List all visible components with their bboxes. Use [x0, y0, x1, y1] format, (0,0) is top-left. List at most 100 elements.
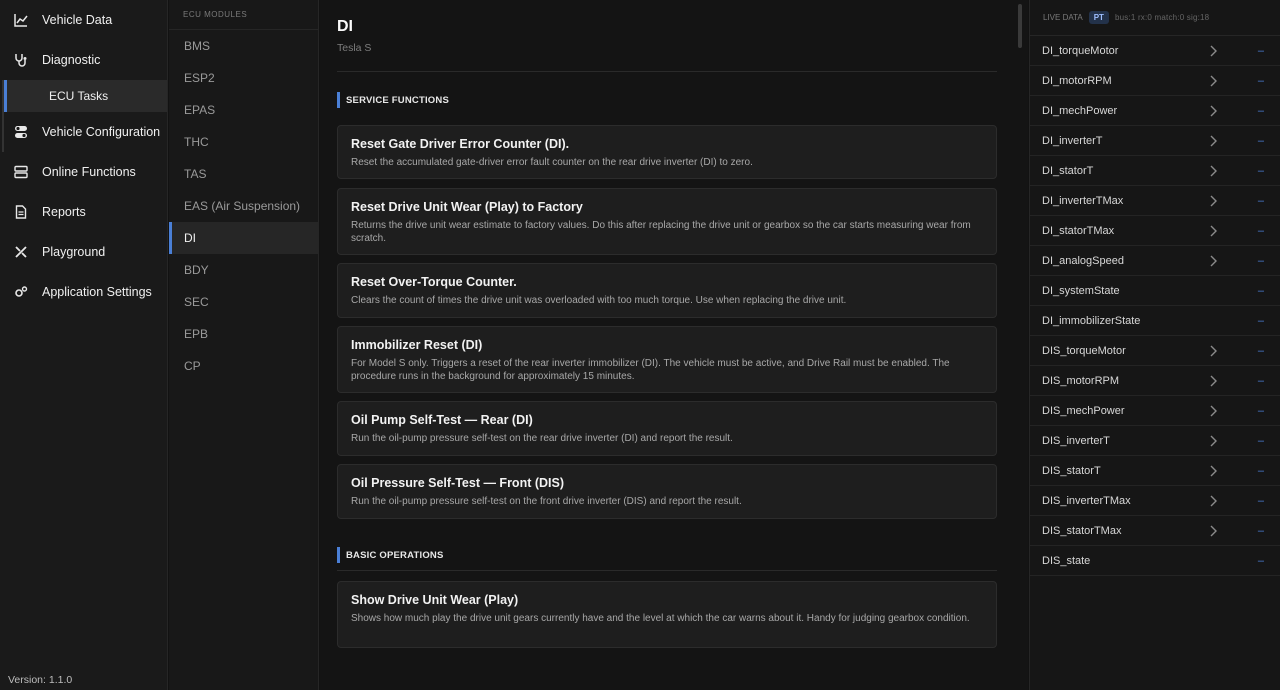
main-content: DI Tesla S SERVICE FUNCTIONS Reset Gate …: [320, 0, 1028, 690]
signal-row[interactable]: DI_motorRPM –: [1030, 66, 1280, 96]
module-epas[interactable]: EPAS: [169, 94, 318, 126]
chevron-right-icon[interactable]: [1208, 525, 1218, 537]
chevron-right-icon[interactable]: [1208, 465, 1218, 477]
signal-name: DI_systemState: [1042, 284, 1120, 297]
signal-row[interactable]: DIS_inverterTMax –: [1030, 486, 1280, 516]
chevron-right-icon[interactable]: [1208, 195, 1218, 207]
module-thc[interactable]: THC: [169, 126, 318, 158]
module-di[interactable]: DI: [169, 222, 318, 254]
signal-value: –: [1257, 164, 1264, 177]
signal-name: DI_inverterTMax: [1042, 194, 1124, 207]
task-card-immobilizer-reset[interactable]: Immobilizer Reset (DI) For Model S only.…: [337, 326, 997, 393]
signal-name: DIS_inverterTMax: [1042, 494, 1131, 507]
card-description: Clears the count of times the drive unit…: [351, 295, 847, 306]
signal-value: –: [1257, 104, 1264, 117]
chevron-right-icon[interactable]: [1208, 375, 1218, 387]
signal-value: –: [1257, 74, 1264, 87]
chevron-right-icon[interactable]: [1208, 135, 1218, 147]
signal-value: –: [1257, 494, 1264, 507]
signal-value: –: [1257, 344, 1264, 357]
nav-application-settings[interactable]: Application Settings: [0, 272, 167, 312]
task-card-reset-drive-unit-wear[interactable]: Reset Drive Unit Wear (Play) to Factory …: [337, 188, 997, 255]
nav-ecu-tasks[interactable]: ECU Tasks: [4, 80, 167, 112]
signal-row[interactable]: DIS_motorRPM –: [1030, 366, 1280, 396]
module-sec[interactable]: SEC: [169, 286, 318, 318]
signal-value: –: [1257, 374, 1264, 387]
nav-vehicle-configuration[interactable]: Vehicle Configuration: [0, 112, 167, 152]
nav-diagnostic-group: Diagnostic ECU Tasks: [0, 40, 167, 152]
chevron-right-icon[interactable]: [1208, 435, 1218, 447]
signal-row[interactable]: DIS_state –: [1030, 546, 1280, 576]
nav-reports[interactable]: Reports: [0, 192, 167, 232]
signal-row[interactable]: DI_inverterTMax –: [1030, 186, 1280, 216]
chevron-right-icon[interactable]: [1208, 75, 1218, 87]
nav-label: Application Settings: [42, 285, 152, 299]
module-eas[interactable]: EAS (Air Suspension): [169, 190, 318, 222]
signal-name: DIS_motorRPM: [1042, 374, 1120, 387]
signal-row[interactable]: DI_analogSpeed –: [1030, 246, 1280, 276]
main-scrollbar[interactable]: [1018, 4, 1022, 48]
signal-row[interactable]: DIS_statorTMax –: [1030, 516, 1280, 546]
module-tas[interactable]: TAS: [169, 158, 318, 190]
signal-value: –: [1257, 464, 1264, 477]
main-navigation: Vehicle Data Diagnostic ECU Tasks Vehicl…: [0, 0, 168, 690]
nav-vehicle-data[interactable]: Vehicle Data: [0, 0, 167, 40]
gears-icon: [14, 285, 28, 299]
signal-name: DI_statorT: [1042, 164, 1094, 177]
card-title: Oil Pump Self-Test — Rear (DI): [351, 413, 533, 427]
chevron-right-icon[interactable]: [1208, 345, 1218, 357]
nav-diagnostic[interactable]: Diagnostic: [0, 40, 167, 80]
module-cp[interactable]: CP: [169, 350, 318, 382]
server-icon: [14, 165, 28, 179]
signal-row[interactable]: DIS_statorT –: [1030, 456, 1280, 486]
signal-row[interactable]: DI_immobilizerState –: [1030, 306, 1280, 336]
signal-row[interactable]: DI_systemState –: [1030, 276, 1280, 306]
nav-label: Playground: [42, 245, 106, 259]
signal-row[interactable]: DI_statorTMax –: [1030, 216, 1280, 246]
card-description: For Model S only. Triggers a reset of th…: [351, 358, 950, 382]
signal-row[interactable]: DI_mechPower –: [1030, 96, 1280, 126]
chevron-right-icon[interactable]: [1208, 405, 1218, 417]
tree-line: [2, 80, 4, 152]
signal-name: DIS_torqueMotor: [1042, 344, 1126, 357]
card-title: Reset Drive Unit Wear (Play) to Factory: [351, 200, 583, 214]
module-epb[interactable]: EPB: [169, 318, 318, 350]
task-card-oil-pump-rear[interactable]: Oil Pump Self-Test — Rear (DI) Run the o…: [337, 401, 997, 456]
signal-name: DIS_statorT: [1042, 464, 1101, 477]
card-title: Immobilizer Reset (DI): [351, 338, 483, 352]
divider: [337, 570, 997, 571]
chevron-right-icon[interactable]: [1208, 165, 1218, 177]
signal-row[interactable]: DIS_torqueMotor –: [1030, 336, 1280, 366]
signal-name: DIS_state: [1042, 554, 1091, 567]
bus-badge[interactable]: PT: [1088, 11, 1109, 24]
task-card-reset-over-torque[interactable]: Reset Over-Torque Counter. Clears the co…: [337, 263, 997, 318]
module-esp2[interactable]: ESP2: [169, 62, 318, 94]
signal-value: –: [1257, 44, 1264, 57]
chevron-right-icon[interactable]: [1208, 225, 1218, 237]
nav-playground[interactable]: Playground: [0, 232, 167, 272]
signal-name: DIS_mechPower: [1042, 404, 1125, 417]
signal-name: DI_motorRPM: [1042, 74, 1112, 87]
task-card-show-drive-unit-wear[interactable]: Show Drive Unit Wear (Play) Shows how mu…: [337, 581, 997, 648]
signal-row[interactable]: DI_statorT –: [1030, 156, 1280, 186]
chevron-right-icon[interactable]: [1208, 495, 1218, 507]
module-bdy[interactable]: BDY: [169, 254, 318, 286]
card-title: Oil Pressure Self-Test — Front (DIS): [351, 476, 565, 490]
module-bms[interactable]: BMS: [169, 30, 318, 62]
nav-online-functions[interactable]: Online Functions: [0, 152, 167, 192]
nav-label: Diagnostic: [42, 53, 101, 67]
section-header: SERVICE FUNCTIONS: [337, 92, 449, 108]
signal-row[interactable]: DIS_inverterT –: [1030, 426, 1280, 456]
task-card-reset-gate-driver[interactable]: Reset Gate Driver Error Counter (DI). Re…: [337, 125, 997, 179]
chevron-right-icon[interactable]: [1208, 255, 1218, 267]
chevron-right-icon[interactable]: [1208, 45, 1218, 57]
chevron-right-icon[interactable]: [1208, 105, 1218, 117]
signal-row[interactable]: DIS_mechPower –: [1030, 396, 1280, 426]
chart-line-icon: [14, 13, 28, 27]
signal-value: –: [1257, 194, 1264, 207]
signal-row[interactable]: DI_torqueMotor –: [1030, 36, 1280, 66]
task-card-oil-pressure-front[interactable]: Oil Pressure Self-Test — Front (DIS) Run…: [337, 464, 997, 519]
signal-row[interactable]: DI_inverterT –: [1030, 126, 1280, 156]
card-title: Reset Gate Driver Error Counter (DI).: [351, 137, 570, 151]
signal-list: DI_torqueMotor – DI_motorRPM – DI_mechPower –…: [1030, 36, 1280, 576]
